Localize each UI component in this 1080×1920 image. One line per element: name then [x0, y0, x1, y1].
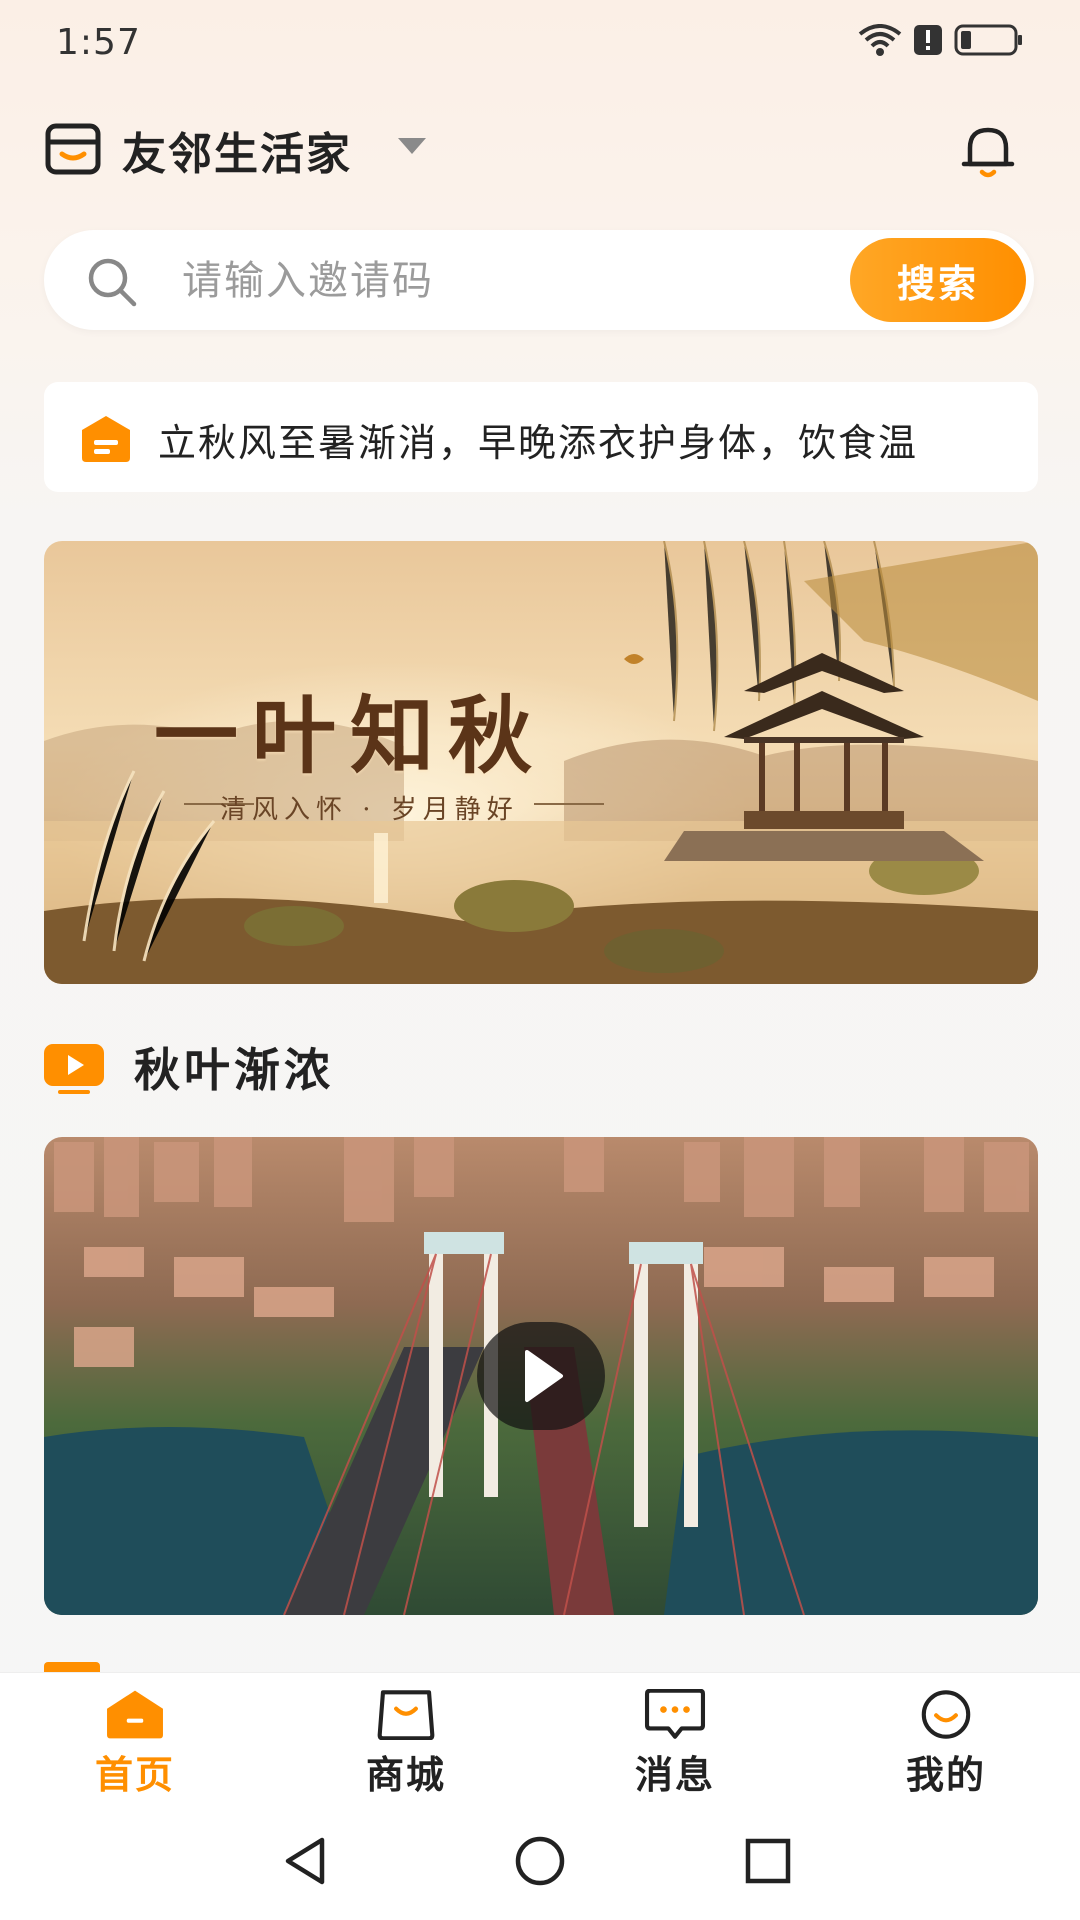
notice-marquee: 立秋风至暑渐消，早晚添衣护身体，饮食温 [158, 382, 1006, 492]
banner-subtitle: 清风入怀 · 岁月静好 [220, 795, 519, 825]
wifi-icon [858, 24, 902, 56]
banner-title: 一叶知秋 [154, 686, 547, 785]
store-icon [45, 123, 101, 175]
profile-icon [921, 1690, 971, 1739]
shopping-bag-icon [377, 1690, 435, 1740]
notice-bar[interactable]: 立秋风至暑渐消，早晚添衣护身体，饮食温 [44, 382, 1038, 492]
tab-label: 我的 [905, 1753, 986, 1797]
tab-label: 首页 [94, 1753, 175, 1797]
message-icon [644, 1689, 706, 1739]
carousel-indicator [548, 401, 562, 415]
section-title: 秋叶渐浓 [134, 1043, 334, 1097]
play-button[interactable] [477, 1322, 605, 1430]
tab-label: 消息 [634, 1753, 715, 1797]
tab-home[interactable]: 首页 [55, 1689, 215, 1799]
system-nav-bar [0, 1802, 1080, 1920]
chevron-down-icon[interactable] [398, 138, 426, 154]
alert-icon [914, 25, 942, 55]
tab-profile[interactable]: 我的 [866, 1689, 1026, 1799]
notice-icon [82, 416, 130, 462]
home-icon [107, 1690, 163, 1739]
tab-label: 商城 [365, 1753, 446, 1797]
bell-icon[interactable] [960, 122, 1016, 180]
status-time: 1:57 [56, 22, 141, 63]
home-nav-icon[interactable] [505, 1826, 575, 1896]
tab-mall[interactable]: 商城 [326, 1689, 486, 1799]
video-icon [44, 1044, 104, 1094]
invite-code-input[interactable] [180, 248, 864, 314]
status-icons [858, 24, 1024, 56]
search-button[interactable]: 搜索 [850, 238, 1026, 322]
search-icon [88, 258, 137, 307]
search-bar: 搜索 [44, 230, 1034, 330]
back-icon[interactable] [272, 1826, 342, 1896]
notice-text: 立秋风至暑渐消，早晚添衣护身体，饮食温 [158, 421, 919, 465]
bottom-tab-bar: 首页 商城 消息 我的 [0, 1672, 1080, 1803]
app-title[interactable]: 友邻生活家 [122, 118, 352, 182]
recents-icon[interactable] [733, 1826, 803, 1896]
next-section-peek [44, 1662, 344, 1672]
battery-icon [954, 24, 1022, 56]
banner-carousel[interactable]: 一叶知秋 清风入怀 · 岁月静好 [44, 541, 1038, 984]
play-icon [525, 1350, 563, 1402]
tab-messages[interactable]: 消息 [595, 1689, 755, 1799]
